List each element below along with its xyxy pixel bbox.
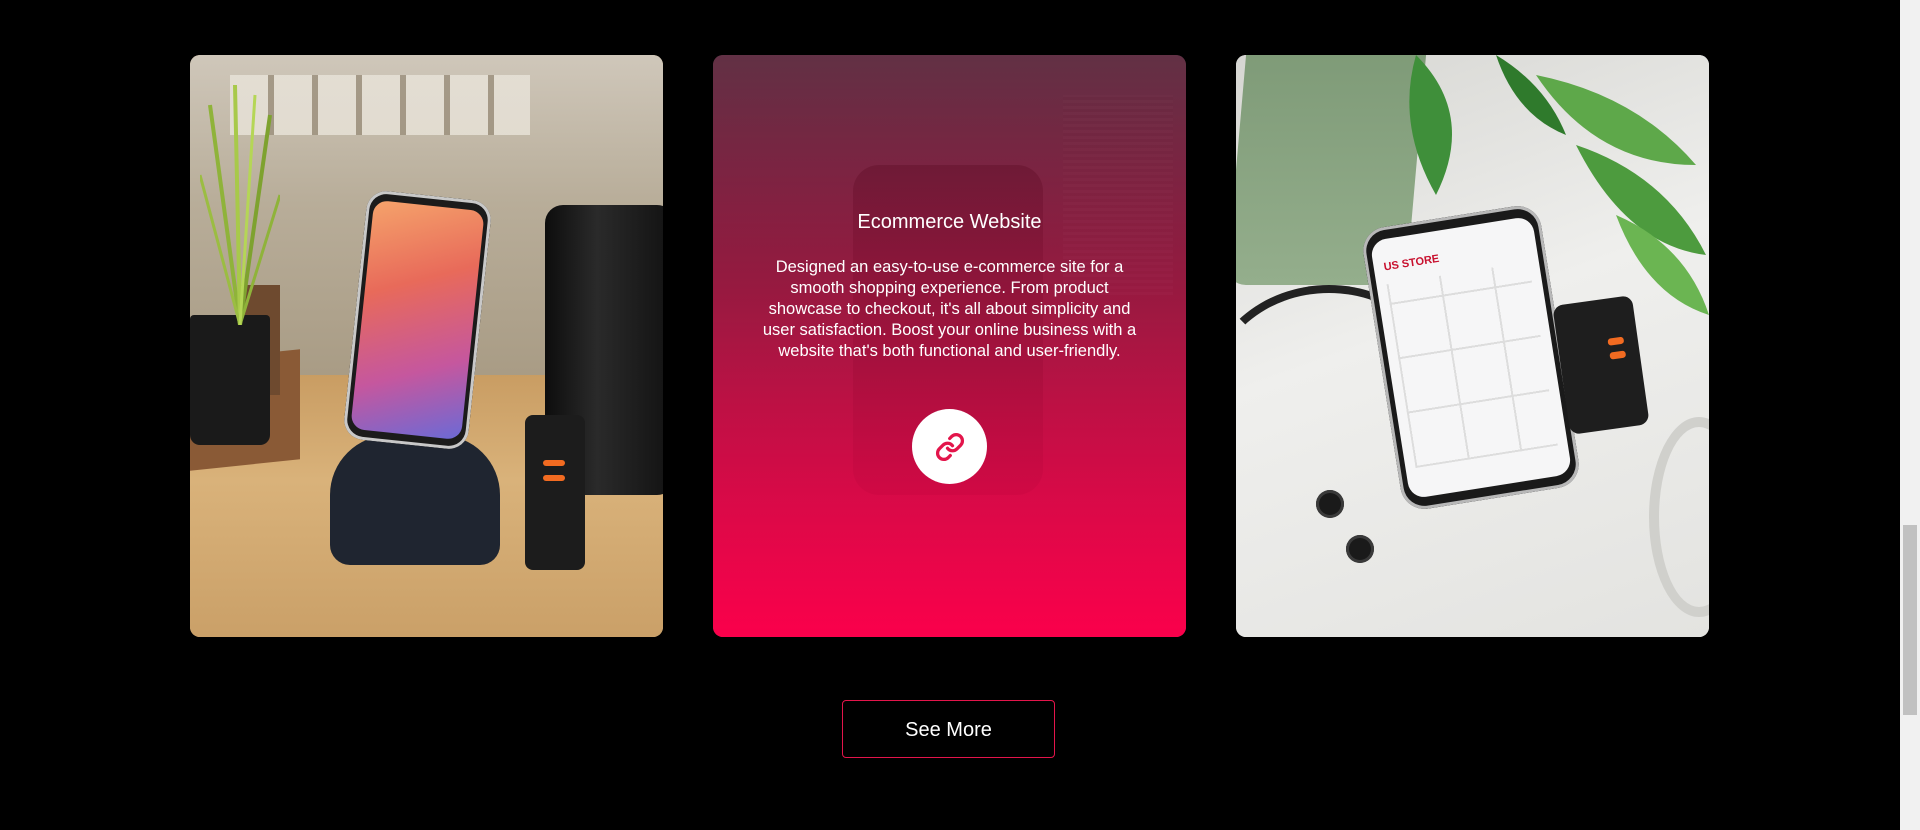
scrollbar-thumb[interactable] (1903, 525, 1917, 715)
card-title: Ecommerce Website (857, 211, 1042, 233)
card-content: Ecommerce Website Designed an easy-to-us… (713, 55, 1186, 637)
project-link-button[interactable] (912, 409, 987, 484)
see-more-button[interactable]: See More (842, 700, 1055, 758)
plant-icon (200, 85, 280, 325)
usb-port (1607, 336, 1625, 346)
plant-pot (190, 315, 270, 445)
earbud-shape (1346, 535, 1374, 563)
phone-screen: US STORE (1369, 215, 1573, 500)
phone-stand (330, 435, 500, 565)
link-icon (935, 432, 964, 461)
page: Ecommerce Website Designed an easy-to-us… (0, 0, 1920, 830)
card-description: Designed an easy-to-use e-commerce site … (762, 258, 1137, 360)
usb-port (543, 475, 565, 481)
portfolio-card-1[interactable] (190, 55, 663, 637)
charger-photo (525, 415, 585, 570)
usb-port (543, 460, 565, 466)
earbud-shape (1316, 490, 1344, 518)
portfolio-grid: Ecommerce Website Designed an easy-to-us… (190, 55, 1709, 637)
portfolio-card-2[interactable]: Ecommerce Website Designed an easy-to-us… (713, 55, 1186, 637)
product-grid (1386, 261, 1558, 469)
store-brand-text: US STORE (1382, 252, 1441, 274)
usb-port (1609, 350, 1627, 360)
phone-screen (350, 199, 485, 441)
portfolio-card-3[interactable]: US STORE (1236, 55, 1709, 637)
scrollbar[interactable] (1900, 0, 1920, 830)
phone-photo (342, 189, 493, 451)
